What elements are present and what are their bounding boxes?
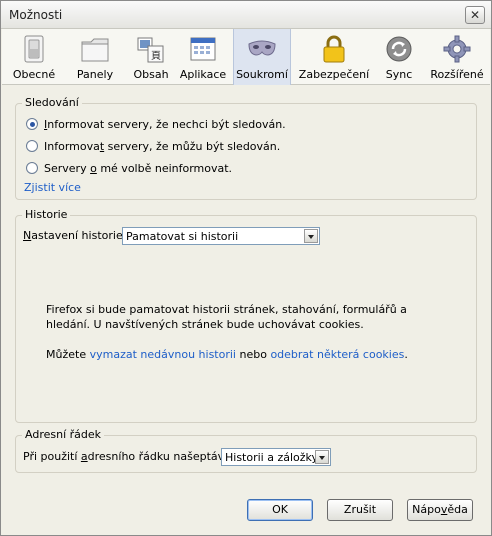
mask-icon [248,40,276,56]
tab-label: Soukromí [236,68,288,81]
learn-more-link[interactable]: Zjistit více [24,181,81,194]
svg-text:頁: 頁 [151,50,161,62]
lock-icon [323,35,345,63]
history-description: Firefox si bude pamatovat historii strán… [46,303,407,331]
radio-label: Informovat servery, že nechci být sledov… [44,117,286,131]
applications-icon [190,37,216,61]
chevron-down-icon[interactable] [304,229,318,243]
chevron-down-icon[interactable] [315,450,329,464]
tab-applications[interactable]: Aplikace [176,29,230,85]
tracking-group: Sledování Informovat servery, že nechci … [15,96,477,200]
group-title: Historie [22,208,71,221]
history-setting-select[interactable]: Pamatovat si historii [122,227,320,245]
history-actions-text: Můžete vymazat nedávnou historii nebo od… [46,348,408,361]
window-title: Možnosti [9,8,63,22]
radio-button[interactable] [26,118,38,130]
tab-label: Aplikace [179,68,227,81]
tab-sync[interactable]: Sync [376,29,422,85]
history-setting-label: Nastavení historie: [23,229,127,242]
sync-icon [386,36,412,62]
switch-icon [24,35,44,63]
radio-button[interactable] [26,162,38,174]
tab-label: Panely [76,68,114,81]
select-value: Historii a záložky [225,450,319,464]
title-bar: Možnosti ✕ [1,1,491,29]
close-button[interactable]: ✕ [465,6,485,24]
gear-icon [443,35,471,63]
group-title: Sledování [22,96,82,109]
location-bar-select[interactable]: Historii a záložky [221,448,331,466]
location-bar-group: Adresní řádek Při použití adresního řádk… [15,428,477,473]
radio-button[interactable] [26,140,38,152]
options-window: Možnosti ✕ Obecné Panely 頁 Obsah Aplikac… [0,0,492,536]
tab-label: Sync [385,68,413,81]
tab-security[interactable]: Zabezpečení [296,29,372,85]
preferences-toolbar: Obecné Panely 頁 Obsah Aplikace Soukromí … [2,29,490,85]
tab-label: Rozšířené [430,68,484,81]
clear-history-link[interactable]: vymazat nedávnou historii [90,348,236,361]
tab-tabs[interactable]: Panely [64,29,126,85]
select-value: Pamatovat si historii [126,229,239,243]
radio-label: Servery o mé volbě neinformovat. [44,161,233,175]
tab-label: Obecné [12,68,56,81]
cancel-button[interactable]: Zrušit [327,499,393,521]
tab-general[interactable]: Obecné [8,29,60,85]
tab-label: Zabezpečení [298,68,370,81]
tab-privacy[interactable]: Soukromí [233,29,291,85]
help-button[interactable]: Nápověda [407,499,473,521]
content-icon: 頁 [137,37,164,63]
tracking-radio-no-track[interactable]: Informovat servery, že nechci být sledov… [26,116,286,132]
tab-label: Obsah [133,68,169,81]
ok-button[interactable]: OK [247,499,313,521]
location-bar-label: Při použití adresního řádku našeptávat: [23,450,239,463]
tracking-radio-no-inform[interactable]: Servery o mé volbě neinformovat. [26,160,232,176]
tab-content[interactable]: 頁 Obsah [128,29,174,85]
tab-advanced[interactable]: Rozšířené [428,29,486,85]
group-title: Adresní řádek [22,428,105,441]
folder-icon [81,38,109,62]
radio-label: Informovat servery, že můžu být sledován… [44,139,281,153]
history-group: Historie Nastavení historie: Pamatovat s… [15,208,477,423]
tracking-radio-track[interactable]: Informovat servery, že můžu být sledován… [26,138,280,154]
close-icon: ✕ [469,8,481,22]
remove-cookies-link[interactable]: odebrat některá cookies [270,348,404,361]
